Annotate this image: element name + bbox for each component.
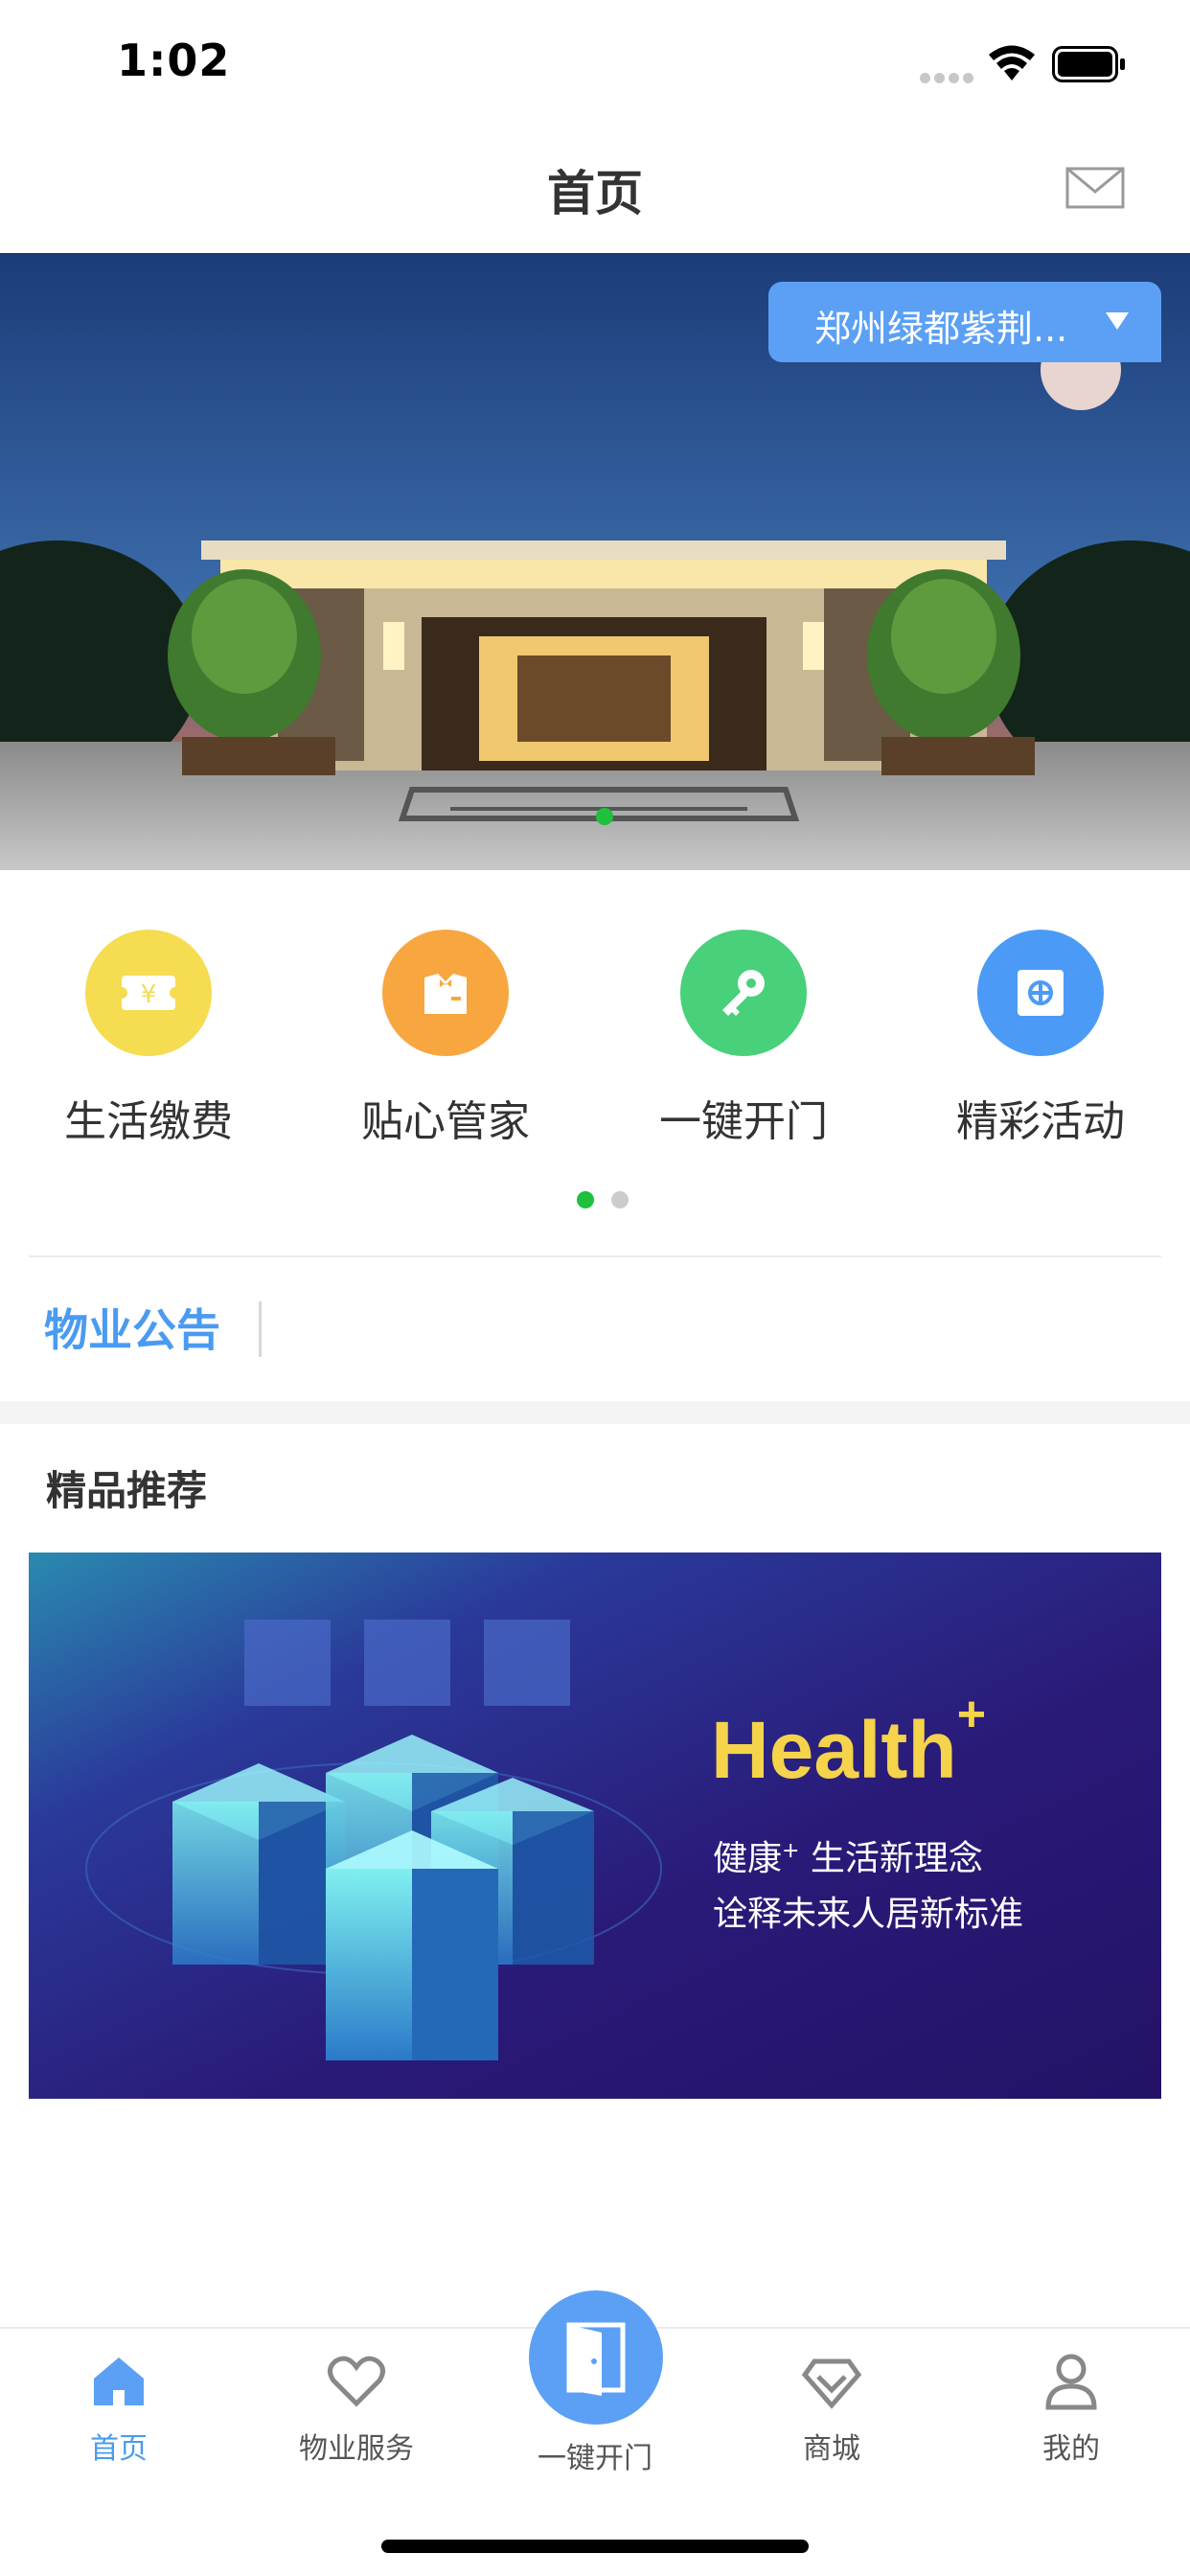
heart-icon [328, 2356, 385, 2407]
butler-icon [382, 930, 509, 1056]
key-icon [680, 930, 807, 1056]
divider [29, 1255, 1161, 1257]
page-dot-active[interactable] [577, 1191, 594, 1208]
section-title: 精品推荐 [46, 1467, 208, 1514]
activity-icon [977, 930, 1104, 1056]
nav-bar: 首页 [0, 126, 1190, 253]
notice-separator [259, 1301, 262, 1357]
carousel-dot-active [596, 808, 613, 825]
promo-line-1: 健康+ 生活新理念 [713, 1839, 983, 1878]
battery-icon [1052, 46, 1125, 82]
service-label: 贴心管家 [361, 1097, 530, 1146]
page-title: 首页 [547, 166, 643, 221]
promo-headline: Health+ [711, 1687, 987, 1795]
promo-line-2: 诠释未来人居新标准 [713, 1895, 1024, 1934]
tab-label: 首页 [90, 2432, 148, 2466]
notice-label[interactable]: 物业公告 [44, 1296, 220, 1359]
status-time: 1:02 [117, 34, 231, 86]
quick-services: ¥ 生活缴费 贴心管家 一键开门 精彩活动 [0, 870, 1190, 1254]
chevron-down-icon [1106, 312, 1129, 330]
tab-property-service[interactable]: 物业服务 [238, 2329, 475, 2520]
tab-label: 物业服务 [299, 2432, 414, 2466]
service-label: 精彩活动 [956, 1097, 1125, 1146]
service-butler[interactable]: 贴心管家 [321, 930, 570, 1146]
home-icon [94, 2358, 144, 2405]
tab-label: 我的 [1042, 2432, 1100, 2466]
location-selector[interactable]: 郑州绿都紫荆... [768, 282, 1161, 362]
open-door-label: 一键开门 [538, 2442, 652, 2475]
door-icon [566, 2322, 626, 2396]
signal-icon [920, 73, 973, 84]
tab-label: 商城 [803, 2432, 860, 2466]
service-open-door[interactable]: 一键开门 [619, 930, 868, 1146]
tab-mine[interactable]: 我的 [952, 2329, 1190, 2520]
tab-home[interactable]: 首页 [0, 2329, 238, 2520]
promo-banner[interactable]: Health+ 健康+ 生活新理念 诠释未来人居新标准 [29, 1552, 1161, 2099]
home-indicator [381, 2540, 809, 2553]
tab-mall[interactable]: 商城 [713, 2329, 950, 2520]
status-bar: 1:02 [0, 0, 1190, 126]
section-gap [0, 1401, 1190, 1424]
svg-text:¥: ¥ [141, 980, 157, 1009]
service-label: 生活缴费 [64, 1097, 233, 1146]
service-activity[interactable]: 精彩活动 [916, 930, 1165, 1146]
diamond-icon [801, 2358, 862, 2409]
mail-icon[interactable] [1065, 165, 1125, 211]
page-dot[interactable] [611, 1191, 629, 1208]
user-icon [1045, 2354, 1097, 2410]
payment-icon: ¥ [85, 930, 212, 1056]
promo-image [29, 1552, 1161, 2099]
wifi-icon [989, 45, 1035, 80]
location-name: 郑州绿都紫荆... [814, 308, 1068, 350]
open-door-button[interactable] [529, 2290, 663, 2425]
service-payment[interactable]: ¥ 生活缴费 [24, 930, 273, 1146]
service-label: 一键开门 [659, 1097, 828, 1146]
